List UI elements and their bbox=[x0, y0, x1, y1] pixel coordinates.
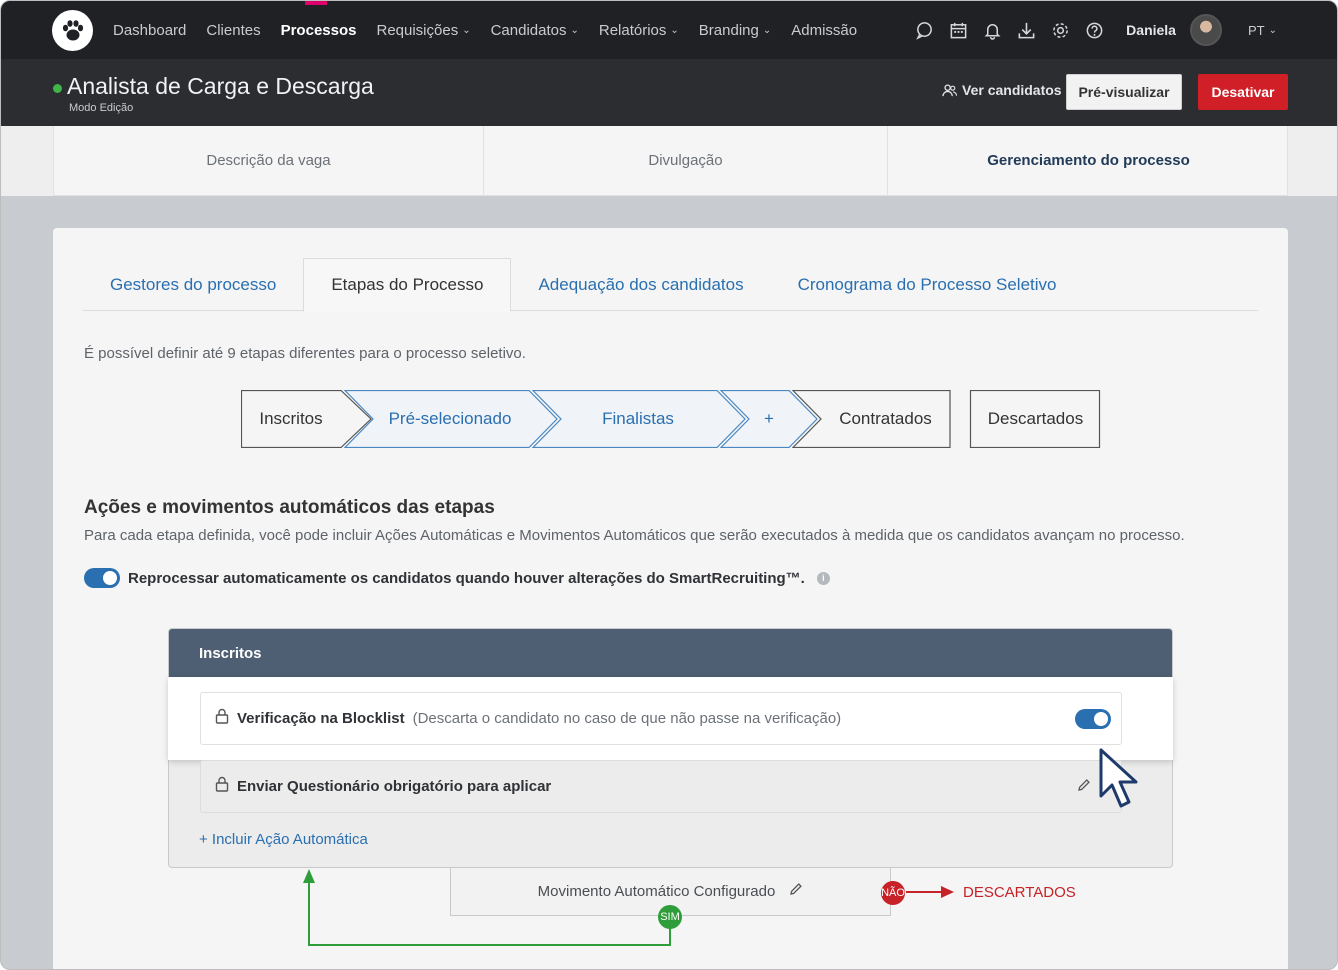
nav-label: Processos bbox=[280, 21, 357, 39]
no-badge: NÃO bbox=[881, 881, 905, 905]
page-title: Analista de Carga e Descarga bbox=[67, 73, 374, 99]
nav-label: Relatórios bbox=[598, 21, 667, 39]
view-candidates-button[interactable]: Ver candidatos bbox=[942, 82, 1062, 98]
yes-badge: SIM bbox=[658, 905, 682, 929]
stage-inscritos[interactable]: Inscritos bbox=[241, 390, 341, 448]
tab-gestores[interactable]: Gestores do processo bbox=[83, 258, 303, 311]
lock-icon bbox=[215, 776, 229, 797]
deactivate-button[interactable]: Desativar bbox=[1198, 74, 1288, 110]
questionnaire-label: Enviar Questionário obrigatório para apl… bbox=[237, 778, 552, 795]
nav-admissao[interactable]: Admissão bbox=[791, 1, 857, 59]
main-menu: Dashboard Clientes Processos Requisições… bbox=[113, 1, 857, 59]
descartados-target-label: DESCARTADOS bbox=[963, 884, 1076, 901]
help-icon[interactable] bbox=[1084, 20, 1104, 40]
nav-label: Clientes bbox=[206, 21, 261, 39]
sub-tabs: Gestores do processo Etapas do Processo … bbox=[83, 258, 1258, 312]
users-icon bbox=[942, 83, 957, 96]
stages-info-text: É possível definir até 9 etapas diferent… bbox=[84, 345, 526, 362]
nav-requisicoes[interactable]: Requisições ⌄ bbox=[376, 1, 470, 59]
include-action-link[interactable]: + Incluir Ação Automática bbox=[199, 831, 368, 848]
lock-icon bbox=[215, 708, 229, 729]
reprocess-toggle[interactable] bbox=[84, 568, 120, 588]
language-selector[interactable]: PT ⌄ bbox=[1248, 23, 1277, 38]
tab-adequacao[interactable]: Adequação dos candidatos bbox=[511, 258, 770, 311]
avatar[interactable] bbox=[1189, 14, 1222, 46]
app-window: Dashboard Clientes Processos Requisições… bbox=[0, 0, 1338, 970]
nav-actions: Daniela PT ⌄ bbox=[914, 1, 1277, 59]
stage-descartados[interactable]: Descartados bbox=[971, 390, 1100, 448]
main-tabs: Descrição da vaga Divulgação Gerenciamen… bbox=[53, 126, 1288, 196]
view-candidates-label: Ver candidatos bbox=[962, 82, 1062, 98]
nav-relatorios[interactable]: Relatórios ⌄ bbox=[599, 1, 679, 59]
language-label: PT bbox=[1247, 22, 1265, 38]
download-icon[interactable] bbox=[1016, 20, 1036, 40]
nav-branding[interactable]: Branding ⌄ bbox=[699, 1, 771, 59]
section-title: Ações e movimentos automáticos das etapa… bbox=[84, 497, 495, 518]
tab-divulgacao[interactable]: Divulgação bbox=[484, 126, 888, 195]
reprocess-label: Reprocessar automaticamente os candidato… bbox=[128, 569, 805, 587]
user-name[interactable]: Daniela bbox=[1126, 22, 1176, 38]
preview-button[interactable]: Pré-visualizar bbox=[1066, 74, 1182, 110]
nav-label: Branding bbox=[698, 21, 759, 39]
blocklist-toggle[interactable] bbox=[1075, 709, 1111, 729]
section-description: Para cada etapa definida, você pode incl… bbox=[84, 527, 1185, 544]
info-icon[interactable]: i bbox=[816, 571, 830, 585]
stage-box-title: Inscritos bbox=[169, 629, 1172, 677]
tab-gerenciamento[interactable]: Gerenciamento do processo bbox=[888, 126, 1289, 195]
blocklist-note: (Descarta o candidato no caso de que não… bbox=[412, 710, 842, 727]
tab-etapas[interactable]: Etapas do Processo bbox=[303, 258, 512, 312]
add-stage-button[interactable]: + bbox=[746, 390, 792, 448]
nav-label: Dashboard bbox=[113, 21, 187, 39]
chat-icon[interactable] bbox=[914, 20, 934, 40]
blocklist-action: Verificação na Blocklist (Descarta o can… bbox=[200, 692, 1122, 745]
nav-dashboard[interactable]: Dashboard bbox=[113, 1, 186, 59]
nav-candidatos[interactable]: Candidatos ⌄ bbox=[491, 1, 579, 59]
mouse-cursor-icon bbox=[1096, 746, 1142, 817]
tab-cronograma[interactable]: Cronograma do Processo Seletivo bbox=[771, 258, 1084, 311]
chevron-down-icon: ⌄ bbox=[462, 24, 471, 36]
blocklist-label: Verificação na Blocklist bbox=[237, 710, 405, 727]
top-navbar: Dashboard Clientes Processos Requisições… bbox=[1, 1, 1337, 59]
auto-movement-label: Movimento Automático Configurado bbox=[537, 882, 776, 900]
stage-pre-selecionado[interactable]: Pré-selecionado bbox=[371, 390, 529, 448]
nav-label: Requisições bbox=[376, 21, 459, 39]
questionnaire-action: Enviar Questionário obrigatório para apl… bbox=[200, 760, 1122, 813]
chevron-down-icon: ⌄ bbox=[762, 24, 772, 36]
chevron-down-icon: ⌄ bbox=[670, 24, 679, 36]
calendar-icon[interactable] bbox=[948, 20, 968, 40]
gear-icon[interactable] bbox=[1050, 20, 1070, 40]
tab-descricao[interactable]: Descrição da vaga bbox=[54, 126, 484, 195]
stage-finalistas[interactable]: Finalistas bbox=[559, 390, 717, 448]
chevron-down-icon: ⌄ bbox=[570, 24, 579, 36]
stage-contratados[interactable]: Contratados bbox=[821, 390, 950, 448]
edit-mode-label: Modo Edição bbox=[69, 102, 134, 114]
bell-icon[interactable] bbox=[982, 20, 1002, 40]
nav-processos[interactable]: Processos bbox=[280, 1, 357, 59]
nav-clientes[interactable]: Clientes bbox=[206, 1, 260, 59]
pencil-icon[interactable] bbox=[789, 882, 803, 900]
stages-pipeline: Inscritos Pré-selecionado Finalistas + C… bbox=[241, 390, 1101, 448]
pencil-icon[interactable] bbox=[1077, 778, 1091, 797]
status-dot bbox=[53, 84, 62, 93]
nav-label: Admissão bbox=[791, 21, 858, 39]
paw-logo-icon[interactable] bbox=[52, 10, 93, 51]
reprocess-row: Reprocessar automaticamente os candidato… bbox=[84, 568, 830, 588]
chevron-down-icon: ⌄ bbox=[1268, 24, 1277, 36]
nav-label: Candidatos bbox=[490, 21, 567, 39]
